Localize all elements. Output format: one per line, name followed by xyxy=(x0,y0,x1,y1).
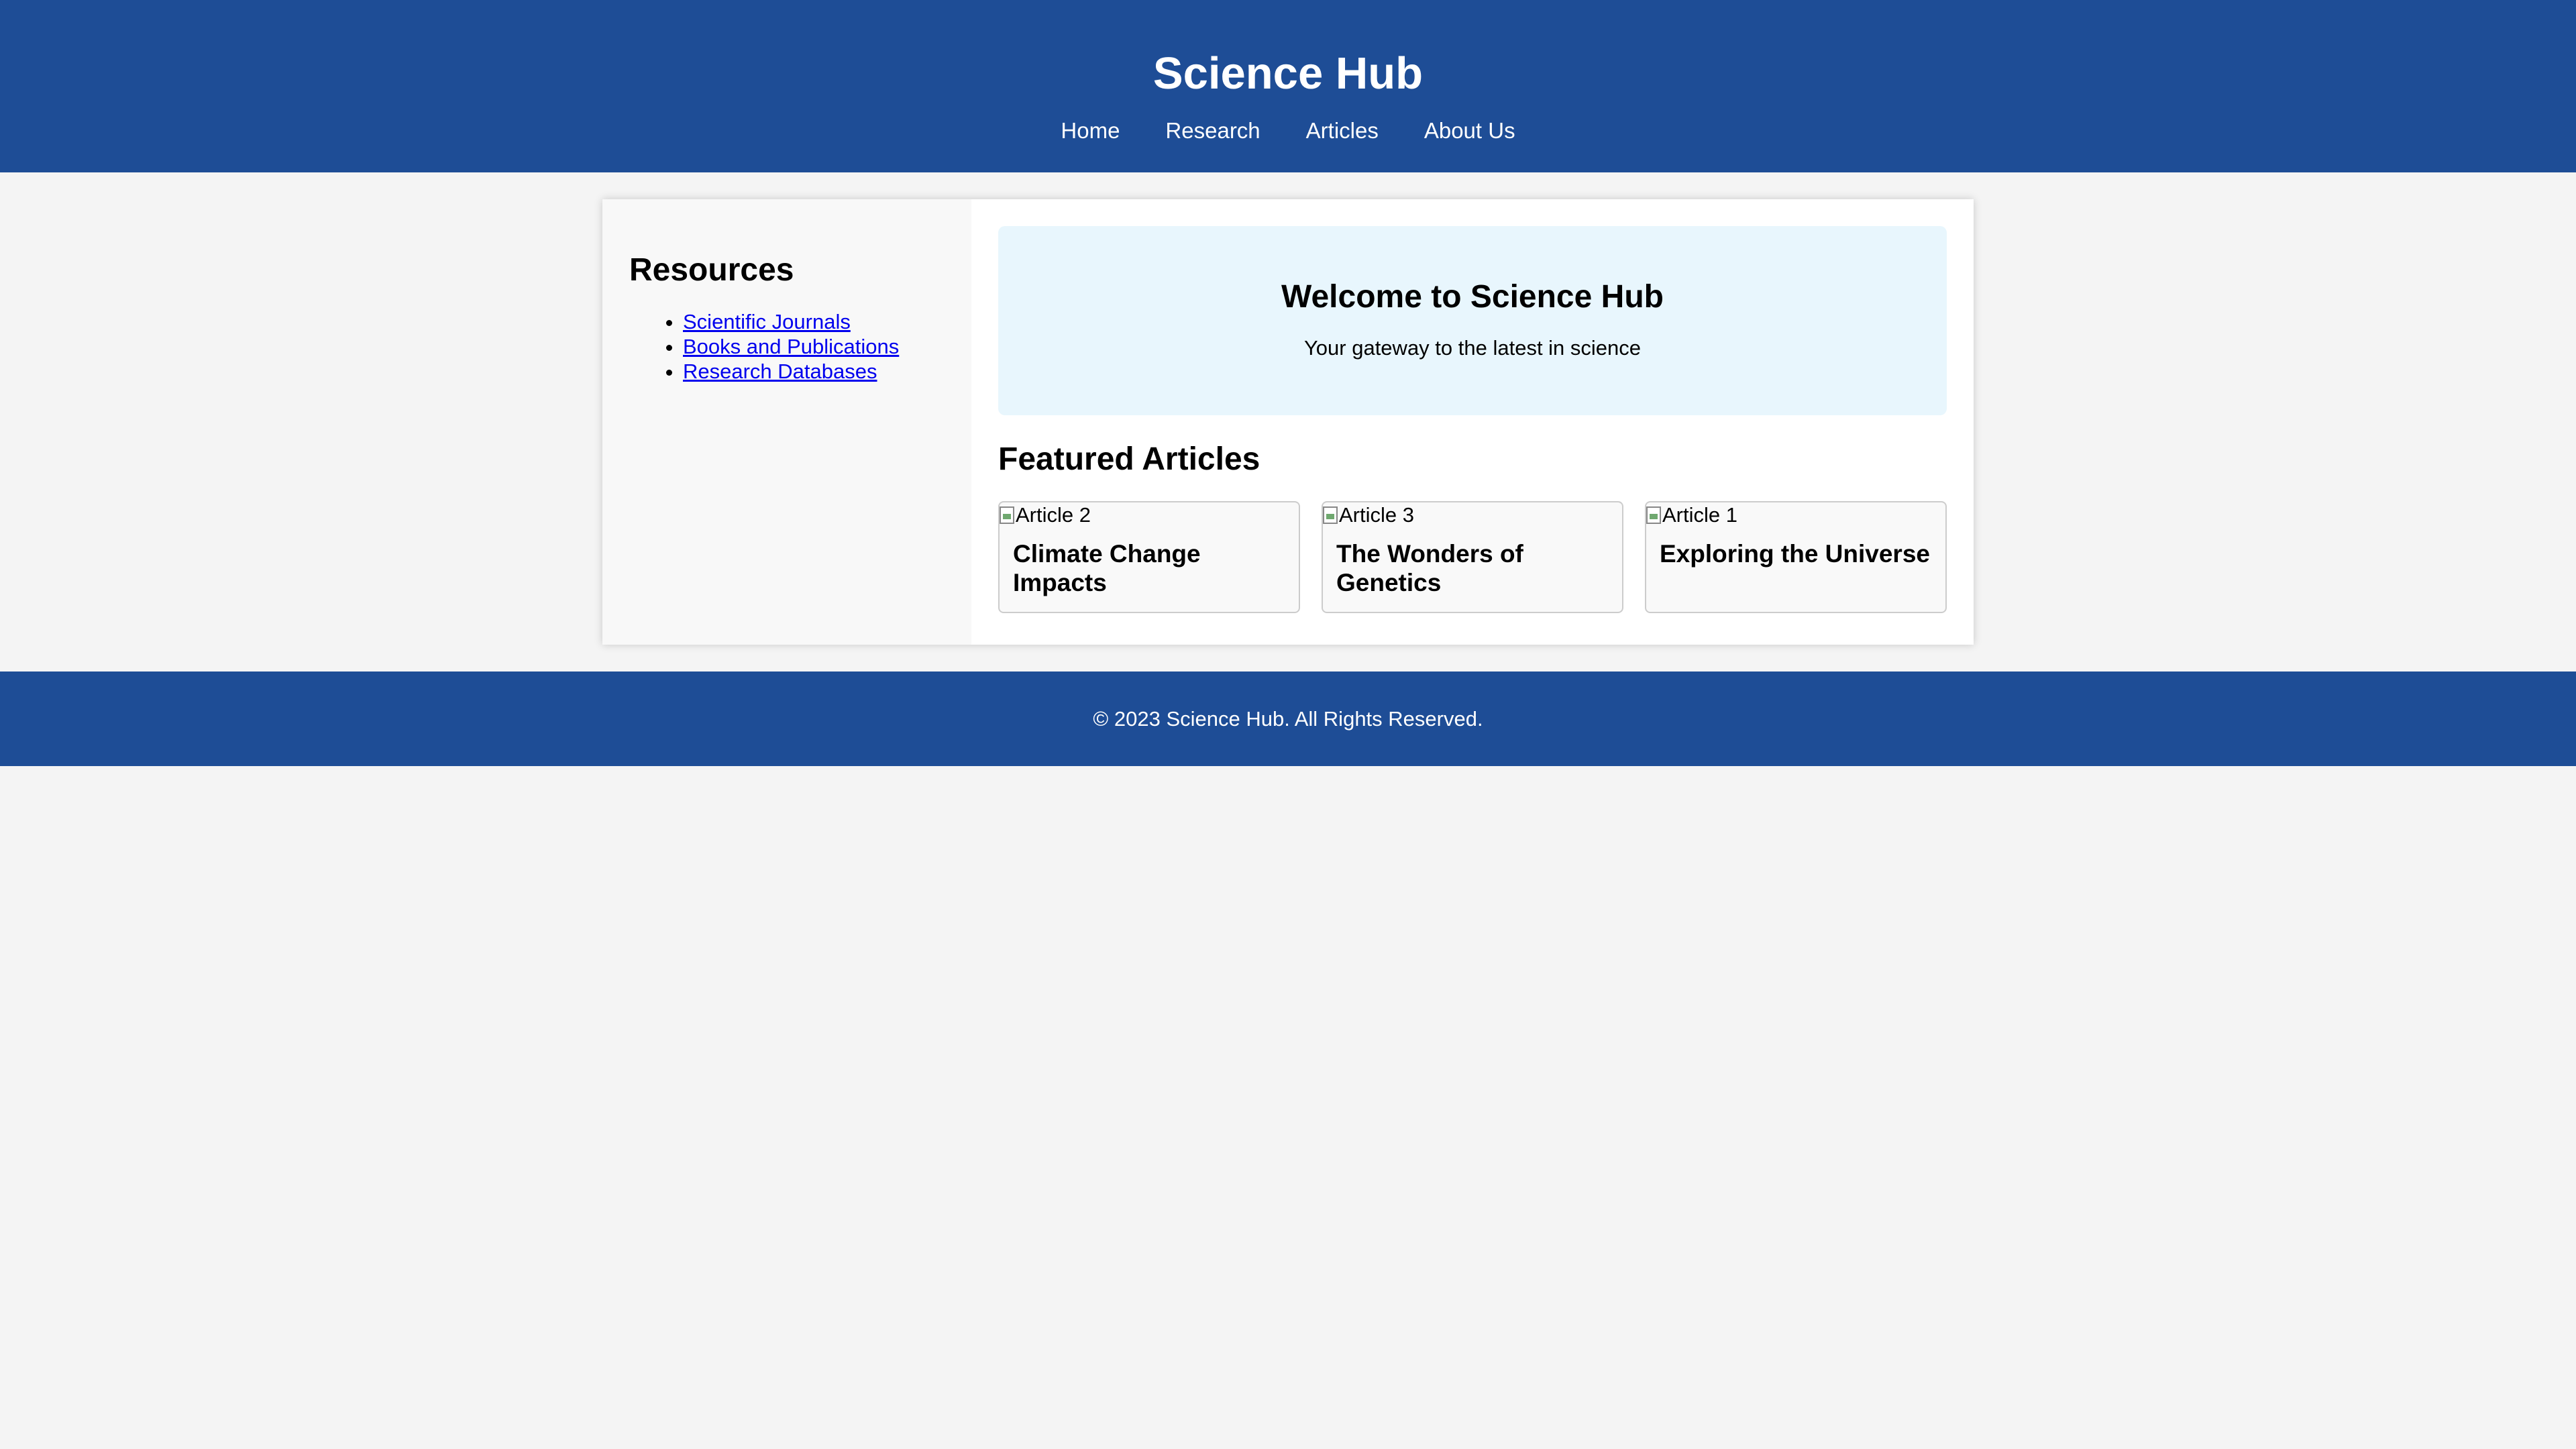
nav-research[interactable]: Research xyxy=(1142,114,1283,148)
article-title: The Wonders of Genetics xyxy=(1336,540,1523,596)
site-title: Science Hub xyxy=(1152,48,1424,99)
nav-articles[interactable]: Articles xyxy=(1283,114,1401,148)
content-container: Resources Scientific Journals Books and … xyxy=(602,199,1974,645)
sidebar-heading: Resources xyxy=(629,252,794,288)
article-card[interactable]: Article 2 Climate Change Impacts xyxy=(998,501,1300,613)
welcome-title: Welcome to Science Hub xyxy=(1281,279,1664,315)
welcome-subtitle: Your gateway to the latest in science xyxy=(1303,336,1642,360)
resource-item: Scientific Journals xyxy=(683,309,971,334)
article-card[interactable]: Article 1 Exploring the Universe xyxy=(1645,501,1947,613)
welcome-banner: Welcome to Science Hub Your gateway to t… xyxy=(998,226,1947,415)
broken-image-icon xyxy=(1000,506,1014,524)
sidebar: Resources Scientific Journals Books and … xyxy=(602,199,971,645)
nav-about-us[interactable]: About Us xyxy=(1401,114,1538,148)
article-image: Article 2 xyxy=(1000,502,1299,527)
link-research-databases[interactable]: Research Databases xyxy=(683,360,877,383)
link-scientific-journals[interactable]: Scientific Journals xyxy=(683,310,851,333)
article-cards: Article 2 Climate Change Impacts Article… xyxy=(998,501,1947,613)
main-content: Welcome to Science Hub Your gateway to t… xyxy=(971,199,1974,645)
article-card[interactable]: Article 3 The Wonders of Genetics xyxy=(1322,501,1623,613)
broken-image-icon xyxy=(1323,506,1338,524)
article-image-alt: Article 3 xyxy=(1339,503,1414,527)
resource-item: Books and Publications xyxy=(683,334,971,359)
nav-home[interactable]: Home xyxy=(1038,114,1142,148)
featured-heading: Featured Articles xyxy=(998,441,1260,477)
broken-image-icon xyxy=(1646,506,1661,524)
site-footer: © 2023 Science Hub. All Rights Reserved. xyxy=(0,672,2576,766)
link-books-publications[interactable]: Books and Publications xyxy=(683,335,899,358)
site-header: Science Hub Home Research Articles About… xyxy=(0,0,2576,172)
article-title: Climate Change Impacts xyxy=(1013,540,1201,596)
resource-item: Research Databases xyxy=(683,359,971,384)
main-nav: Home Research Articles About Us xyxy=(0,114,2576,148)
article-title: Exploring the Universe xyxy=(1660,540,1930,568)
copyright-text: © 2023 Science Hub. All Rights Reserved. xyxy=(1093,707,1483,731)
article-image: Article 3 xyxy=(1323,502,1622,527)
article-image-alt: Article 1 xyxy=(1662,503,1737,527)
resource-list: Scientific Journals Books and Publicatio… xyxy=(629,309,971,384)
article-image-alt: Article 2 xyxy=(1016,503,1091,527)
article-image: Article 1 xyxy=(1646,502,1945,527)
